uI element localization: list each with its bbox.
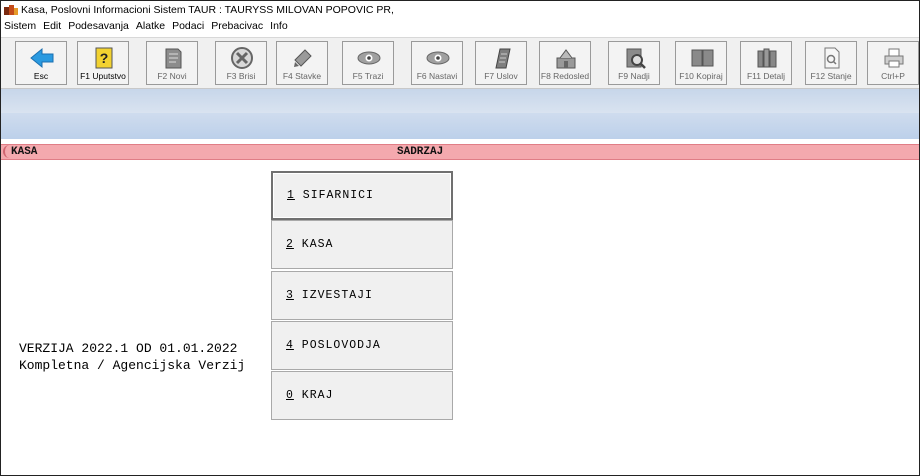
printer-icon [882, 46, 906, 70]
f12-label: F12 Stanje [810, 71, 852, 81]
f11-label: F11 Detalj [746, 71, 786, 81]
menu-item-kraj[interactable]: 0 KRAJ [271, 371, 453, 420]
f2-new-button[interactable]: F2 Novi [146, 41, 198, 85]
f3-delete-button[interactable]: F3 Brisi [215, 41, 267, 85]
f12-status-button[interactable]: F12 Stanje [805, 41, 857, 85]
back-arrow-icon [30, 46, 54, 70]
f9-find-button[interactable]: F9 Nadji [608, 41, 660, 85]
f2-label: F2 Novi [157, 71, 187, 81]
menu-item-sifarnici[interactable]: 1 SIFARNICI [271, 171, 453, 220]
header-bar: KASA SADRZAJ [1, 144, 919, 160]
eye-search-icon [357, 46, 381, 70]
menu-info[interactable]: Info [267, 20, 292, 35]
edition-line: Kompletna / Agencijska Verzij [19, 358, 246, 373]
f5-search-button[interactable]: F5 Trazi [342, 41, 394, 85]
menu-prebacivac[interactable]: Prebacivac [208, 20, 267, 35]
header-module-label: KASA [2, 145, 38, 158]
f7-label: F7 Uslov [484, 71, 518, 81]
hotkey: 0 [286, 389, 294, 402]
f7-condition-button[interactable]: F7 Uslov [475, 41, 527, 85]
hotkey: 4 [286, 339, 294, 352]
f6-continue-button[interactable]: F6 Nastavi [411, 41, 463, 85]
menu-item-label: POSLOVODJA [293, 339, 381, 352]
hotkey: 3 [286, 289, 294, 302]
f1-label: F1 Uputstvo [80, 71, 126, 81]
menu-sistem[interactable]: Sistem [1, 20, 40, 35]
new-document-icon [161, 46, 185, 70]
copy-icon [690, 46, 714, 70]
version-info: VERZIJA 2022.1 OD 01.01.2022 Kompletna /… [19, 340, 245, 374]
menu-item-label: KASA [293, 238, 334, 251]
menu-item-izvestaji[interactable]: 3 IZVESTAJI [271, 271, 453, 320]
f11-detail-button[interactable]: F11 Detalj [740, 41, 792, 85]
hotkey: 1 [287, 189, 295, 202]
hotkey: 2 [286, 238, 294, 251]
menu-item-label: KRAJ [293, 389, 334, 402]
esc-label: Esc [33, 71, 49, 81]
f3-label: F3 Brisi [226, 71, 256, 81]
menu-item-kasa[interactable]: 2 KASA [271, 220, 453, 269]
ctrl-p-label: Ctrl+P [881, 71, 905, 81]
sort-order-icon [554, 46, 578, 70]
header-section-label: SADRZAJ [397, 146, 444, 158]
menu-edit[interactable]: Edit [40, 20, 65, 35]
menu-bar: Sistem Edit Podesavanja Alatke Podaci Pr… [1, 20, 292, 35]
f6-label: F6 Nastavi [416, 71, 458, 81]
condition-icon [490, 46, 514, 70]
f5-label: F5 Trazi [352, 71, 384, 81]
ctrl-p-print-button[interactable]: Ctrl+P [867, 41, 919, 85]
menu-item-label: SIFARNICI [294, 189, 374, 202]
help-icon: ? [92, 46, 116, 70]
app-window: Kasa, Poslovni Informacioni Sistem TAUR … [0, 0, 920, 476]
app-icon [4, 4, 18, 16]
f10-label: F10 Kopiraj [679, 71, 723, 81]
f4-label: F4 Stavke [282, 71, 322, 81]
f8-order-button[interactable]: F8 Redosled [539, 41, 591, 85]
f9-label: F9 Nadji [618, 71, 650, 81]
detail-icon [755, 46, 779, 70]
menu-podaci[interactable]: Podaci [169, 20, 208, 35]
status-band-bottom [1, 113, 919, 139]
f10-copy-button[interactable]: F10 Kopiraj [675, 41, 727, 85]
esc-button[interactable]: Esc [15, 41, 67, 85]
f1-help-button[interactable]: ? F1 Uputstvo [77, 41, 129, 85]
status-band-top [1, 89, 919, 113]
items-edit-icon [291, 46, 315, 70]
menu-item-poslovodja[interactable]: 4 POSLOVODJA [271, 321, 453, 370]
menu-item-label: IZVESTAJI [293, 289, 373, 302]
f4-items-button[interactable]: F4 Stavke [276, 41, 328, 85]
title-bar: Kasa, Poslovni Informacioni Sistem TAUR … [1, 1, 919, 19]
toolbar: Esc ? F1 Uputstvo F2 Novi F3 Brisi F4 St… [1, 37, 919, 89]
eye-continue-icon [426, 46, 450, 70]
f8-label: F8 Redosled [540, 71, 590, 81]
delete-icon [230, 46, 254, 70]
version-line: VERZIJA 2022.1 OD 01.01.2022 [19, 341, 238, 356]
find-icon [623, 46, 647, 70]
svg-text:?: ? [100, 50, 109, 66]
menu-podesavanja[interactable]: Podesavanja [65, 20, 133, 35]
menu-alatke[interactable]: Alatke [133, 20, 169, 35]
window-title: Kasa, Poslovni Informacioni Sistem TAUR … [21, 4, 394, 16]
preview-icon [820, 46, 844, 70]
